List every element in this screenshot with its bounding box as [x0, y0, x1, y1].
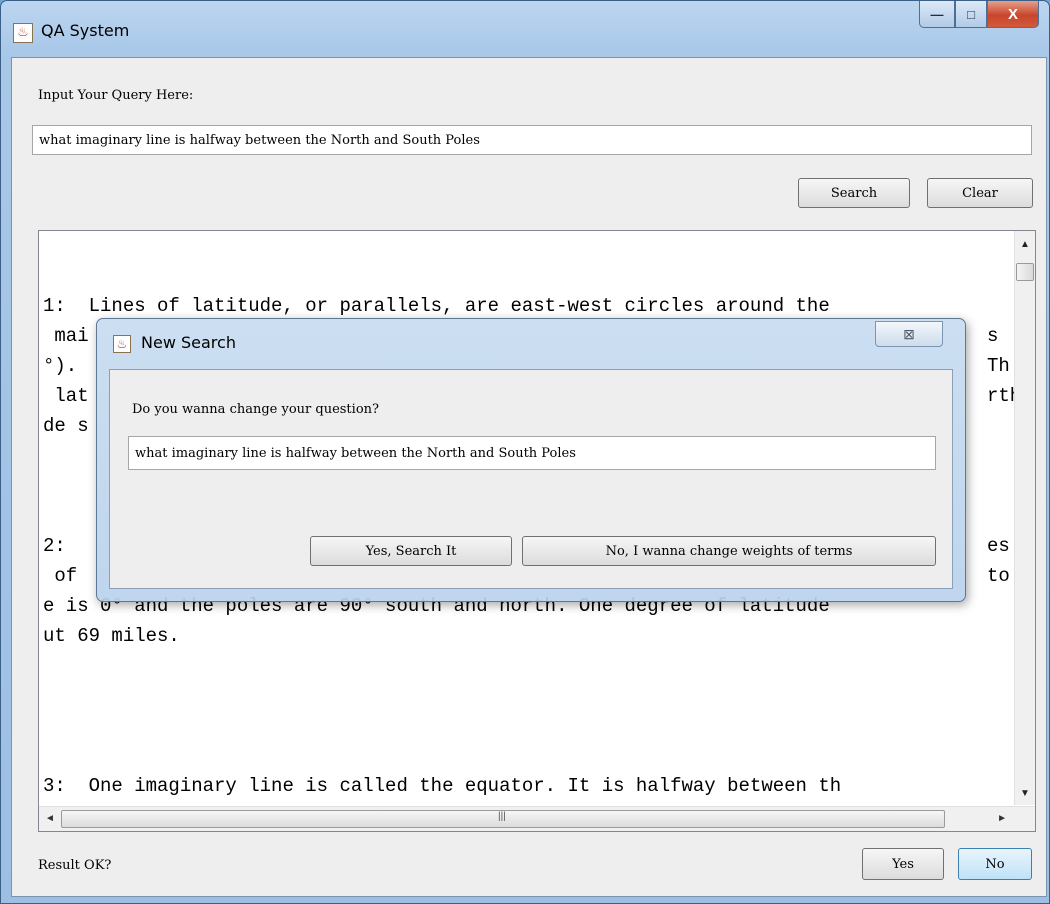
- no-button[interactable]: No: [958, 848, 1032, 880]
- result-line: [43, 711, 993, 741]
- vertical-scrollbar[interactable]: ▲ ▼: [1014, 231, 1035, 805]
- scroll-right-icon[interactable]: ►: [997, 813, 1007, 824]
- maximize-icon: □: [967, 6, 975, 22]
- dialog-question: Do you wanna change your question?: [132, 402, 379, 417]
- dialog-body: Do you wanna change your question? what …: [109, 369, 953, 589]
- result-line: 1: Lines of latitude, or parallels, are …: [43, 295, 830, 317]
- minimize-icon: —: [930, 6, 944, 22]
- new-search-dialog: ♨ New Search ⊠ Do you wanna change your …: [96, 318, 966, 602]
- result-fragment: s: [987, 325, 1010, 347]
- result-line: [43, 651, 993, 681]
- result-line: [43, 741, 993, 771]
- close-icon: ⊠: [903, 325, 915, 342]
- query-input[interactable]: what imaginary line is halfway between t…: [32, 125, 1032, 155]
- yes-button[interactable]: Yes: [862, 848, 944, 880]
- horizontal-scrollbar[interactable]: ◄ ||| ►: [39, 806, 1035, 831]
- title-bar[interactable]: ♨ QA System — □ X: [1, 1, 1049, 57]
- result-line: [43, 681, 993, 711]
- vertical-scroll-thumb[interactable]: [1016, 263, 1034, 281]
- caption-buttons: — □ X: [919, 1, 1039, 31]
- scroll-up-icon[interactable]: ▲: [1020, 239, 1030, 250]
- clear-button[interactable]: Clear: [927, 178, 1033, 208]
- close-button[interactable]: X: [987, 1, 1039, 28]
- dialog-query-input[interactable]: what imaginary line is halfway between t…: [128, 436, 936, 470]
- result-line: ut 69 miles.: [43, 625, 180, 647]
- search-button[interactable]: Search: [798, 178, 910, 208]
- java-cup-icon: ♨: [113, 335, 131, 353]
- dialog-close-button[interactable]: ⊠: [875, 321, 943, 347]
- result-line: 3: One imaginary line is called the equa…: [43, 775, 842, 797]
- grip-icon: |||: [498, 811, 506, 822]
- java-cup-icon: ♨: [13, 23, 33, 43]
- dialog-title: New Search: [141, 333, 236, 352]
- yes-search-it-button[interactable]: Yes, Search It: [310, 536, 512, 566]
- minimize-button[interactable]: —: [919, 1, 955, 28]
- horizontal-scroll-thumb[interactable]: |||: [61, 810, 945, 828]
- result-line: [43, 231, 993, 261]
- result-fragment: Th: [987, 355, 1010, 377]
- query-label: Input Your Query Here:: [38, 88, 194, 103]
- change-weights-button[interactable]: No, I wanna change weights of terms: [522, 536, 936, 566]
- result-fragment: es: [987, 535, 1010, 557]
- result-ok-label: Result OK?: [38, 858, 112, 873]
- close-icon: X: [1007, 5, 1018, 23]
- scroll-left-icon[interactable]: ◄: [45, 813, 55, 824]
- scroll-down-icon[interactable]: ▼: [1020, 788, 1030, 799]
- maximize-button[interactable]: □: [955, 1, 987, 28]
- window-title: QA System: [41, 21, 130, 40]
- result-line: [43, 261, 993, 291]
- result-fragment: to: [987, 565, 1010, 587]
